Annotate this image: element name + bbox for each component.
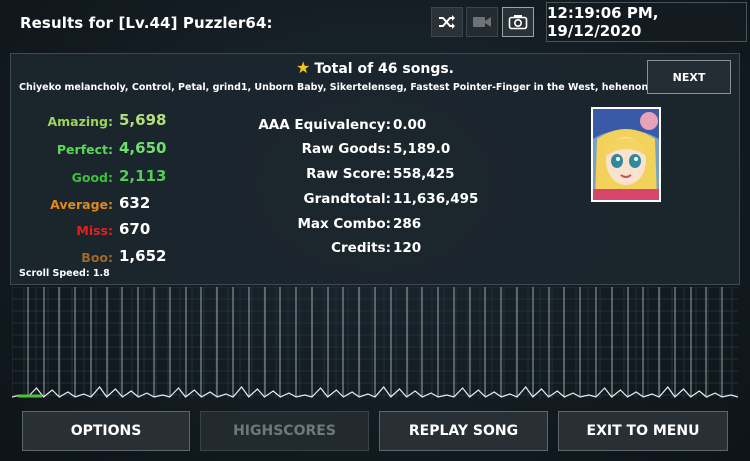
- replay-song-button[interactable]: REPLAY SONG: [379, 411, 548, 451]
- judgement-label: Amazing:: [47, 114, 113, 129]
- clock-display: 12:19:06 PM, 19/12/2020: [546, 2, 747, 42]
- stat-raw-score: Raw Score: 558,425: [211, 163, 511, 185]
- judgement-perfect: Perfect: 4,650: [11, 138, 231, 160]
- stat-value: 5,189.0: [393, 141, 451, 157]
- judgement-label: Boo:: [81, 250, 113, 265]
- stat-aaa-equivalency: AAA Equivalency: 0.00: [211, 114, 511, 136]
- shuffle-button[interactable]: [431, 7, 463, 37]
- top-bar: Results for [Lv.44] Puzzler64: 12:19:06 …: [0, 0, 750, 48]
- song-list: Chiyeko melancholy, Control, Petal, grin…: [19, 82, 695, 93]
- judgement-value: 5,698: [119, 111, 167, 129]
- judgement-value: 4,650: [119, 139, 167, 157]
- stat-value: 0.00: [393, 117, 427, 133]
- judgement-value: 2,113: [119, 167, 167, 185]
- highscores-button: HIGHSCORES: [200, 411, 369, 451]
- stat-label: Grandtotal:: [303, 191, 391, 207]
- stat-grandtotal: Grandtotal: 11,636,495: [211, 188, 511, 210]
- judgement-label: Perfect:: [56, 142, 113, 157]
- stat-label: Raw Score:: [306, 166, 391, 182]
- video-button[interactable]: [466, 7, 498, 37]
- shuffle-icon: [439, 15, 455, 29]
- camera-icon: [508, 15, 528, 30]
- judgement-miss: Miss: 670: [11, 219, 231, 241]
- stat-value: 286: [393, 216, 422, 232]
- judgement-label: Average:: [50, 197, 113, 212]
- stat-max-combo: Max Combo: 286: [211, 213, 511, 235]
- video-camera-icon: [473, 17, 491, 27]
- scroll-speed: Scroll Speed: 1.8: [19, 268, 110, 279]
- next-button[interactable]: NEXT: [647, 60, 731, 94]
- judgement-boo: Boo: 1,652: [11, 246, 231, 268]
- judgement-value: 1,652: [119, 247, 167, 265]
- exit-to-menu-button[interactable]: EXIT TO MENU: [558, 411, 728, 451]
- song-jacket-image: [591, 107, 661, 202]
- stat-value: 11,636,495: [393, 191, 479, 207]
- results-title: Results for [Lv.44] Puzzler64:: [20, 14, 273, 32]
- judgement-label: Good:: [71, 170, 113, 185]
- stat-credits: Credits: 120: [211, 237, 511, 259]
- stat-label: AAA Equivalency:: [258, 117, 391, 133]
- stat-value: 558,425: [393, 166, 455, 182]
- star-icon: ★: [296, 58, 311, 77]
- judgement-label: Miss:: [76, 223, 113, 238]
- judgement-amazing: Amazing: 5,698: [11, 110, 231, 132]
- stat-label: Credits:: [331, 240, 391, 256]
- judgement-good: Good: 2,113: [11, 166, 231, 188]
- stat-label: Max Combo:: [297, 216, 391, 232]
- stat-raw-goods: Raw Goods: 5,189.0: [211, 138, 511, 160]
- judgement-value: 632: [119, 194, 151, 212]
- anime-character-illustration: [593, 109, 659, 200]
- camera-button[interactable]: [502, 7, 534, 37]
- results-panel: ★ Total of 46 songs. Chiyeko melancholy, …: [10, 53, 740, 285]
- stat-value: 120: [393, 240, 422, 256]
- options-button[interactable]: OPTIONS: [22, 411, 190, 451]
- total-songs-text: Total of 46 songs.: [314, 61, 454, 77]
- judgement-value: 670: [119, 220, 151, 238]
- judgement-average: Average: 632: [11, 193, 231, 215]
- life-graph-svg: [11, 286, 739, 399]
- stat-label: Raw Goods:: [301, 141, 391, 157]
- life-graph: [11, 286, 739, 399]
- total-songs: ★ Total of 46 songs.: [11, 58, 739, 77]
